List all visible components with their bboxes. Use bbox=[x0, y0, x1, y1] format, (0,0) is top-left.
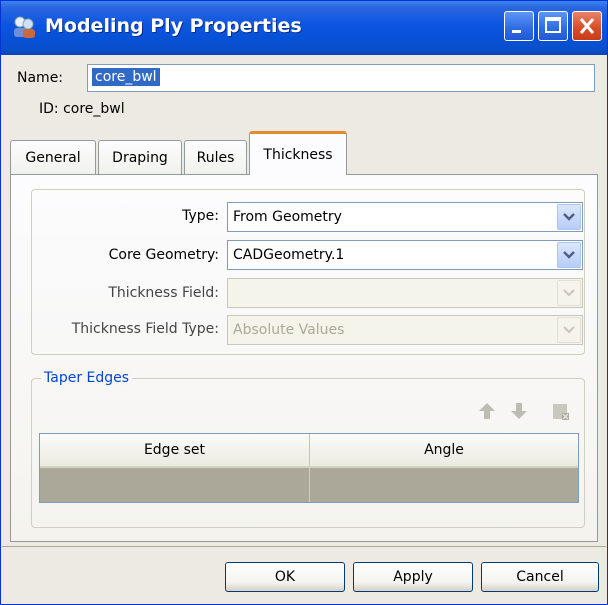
tab-general[interactable]: General bbox=[10, 140, 96, 174]
chevron-down-icon[interactable] bbox=[557, 242, 581, 268]
tab-thickness[interactable]: Thickness bbox=[249, 131, 347, 175]
button-bar-separator bbox=[2, 546, 606, 547]
thickness-field-type-select: Absolute Values bbox=[227, 315, 583, 345]
chevron-down-icon bbox=[557, 280, 581, 306]
tab-draping[interactable]: Draping bbox=[98, 140, 182, 174]
move-up-icon[interactable] bbox=[477, 401, 497, 421]
type-select[interactable]: From Geometry bbox=[227, 202, 583, 232]
table-row[interactable] bbox=[40, 468, 578, 502]
close-icon bbox=[579, 18, 595, 34]
title-bar[interactable]: Modeling Ply Properties bbox=[1, 1, 607, 55]
close-button[interactable] bbox=[572, 11, 602, 41]
ply-properties-icon bbox=[14, 16, 35, 38]
core-geometry-select[interactable]: CADGeometry.1 bbox=[227, 240, 583, 270]
thickness-field-select bbox=[227, 278, 583, 308]
taper-edges-title: Taper Edges bbox=[41, 370, 133, 386]
move-down-icon[interactable] bbox=[509, 401, 529, 421]
maximize-button[interactable] bbox=[538, 11, 568, 41]
minimize-icon bbox=[512, 30, 521, 33]
minimize-button[interactable] bbox=[504, 11, 534, 41]
modeling-ply-properties-dialog: Modeling Ply Properties Name: core_bwl I… bbox=[0, 0, 608, 605]
thickness-field-label: Thickness Field: bbox=[108, 285, 219, 301]
name-field-value: core_bwl bbox=[92, 68, 160, 86]
apply-button[interactable]: Apply bbox=[353, 562, 473, 592]
core-geometry-select-value: CADGeometry.1 bbox=[233, 247, 345, 263]
delete-row-icon[interactable] bbox=[551, 401, 571, 421]
thickness-field-type-select-value: Absolute Values bbox=[233, 322, 345, 338]
column-header-angle[interactable]: Angle bbox=[310, 434, 578, 468]
cancel-button[interactable]: Cancel bbox=[481, 562, 599, 592]
maximize-icon bbox=[545, 17, 561, 33]
chevron-down-icon bbox=[557, 317, 581, 343]
name-field[interactable]: core_bwl bbox=[87, 64, 595, 92]
thickness-field-type-label: Thickness Field Type: bbox=[71, 321, 219, 337]
cell-divider bbox=[309, 468, 310, 502]
type-label: Type: bbox=[182, 208, 219, 224]
type-select-value: From Geometry bbox=[233, 209, 342, 225]
column-header-edge-set[interactable]: Edge set bbox=[40, 434, 310, 468]
id-text: ID: core_bwl bbox=[39, 101, 125, 117]
core-geometry-label: Core Geometry: bbox=[108, 247, 219, 263]
chevron-down-icon[interactable] bbox=[557, 204, 581, 230]
name-label: Name: bbox=[17, 70, 64, 86]
tab-rules[interactable]: Rules bbox=[184, 140, 247, 174]
ok-button[interactable]: OK bbox=[225, 562, 345, 592]
window-title: Modeling Ply Properties bbox=[45, 15, 302, 37]
taper-edges-table: Edge set Angle bbox=[39, 433, 579, 503]
